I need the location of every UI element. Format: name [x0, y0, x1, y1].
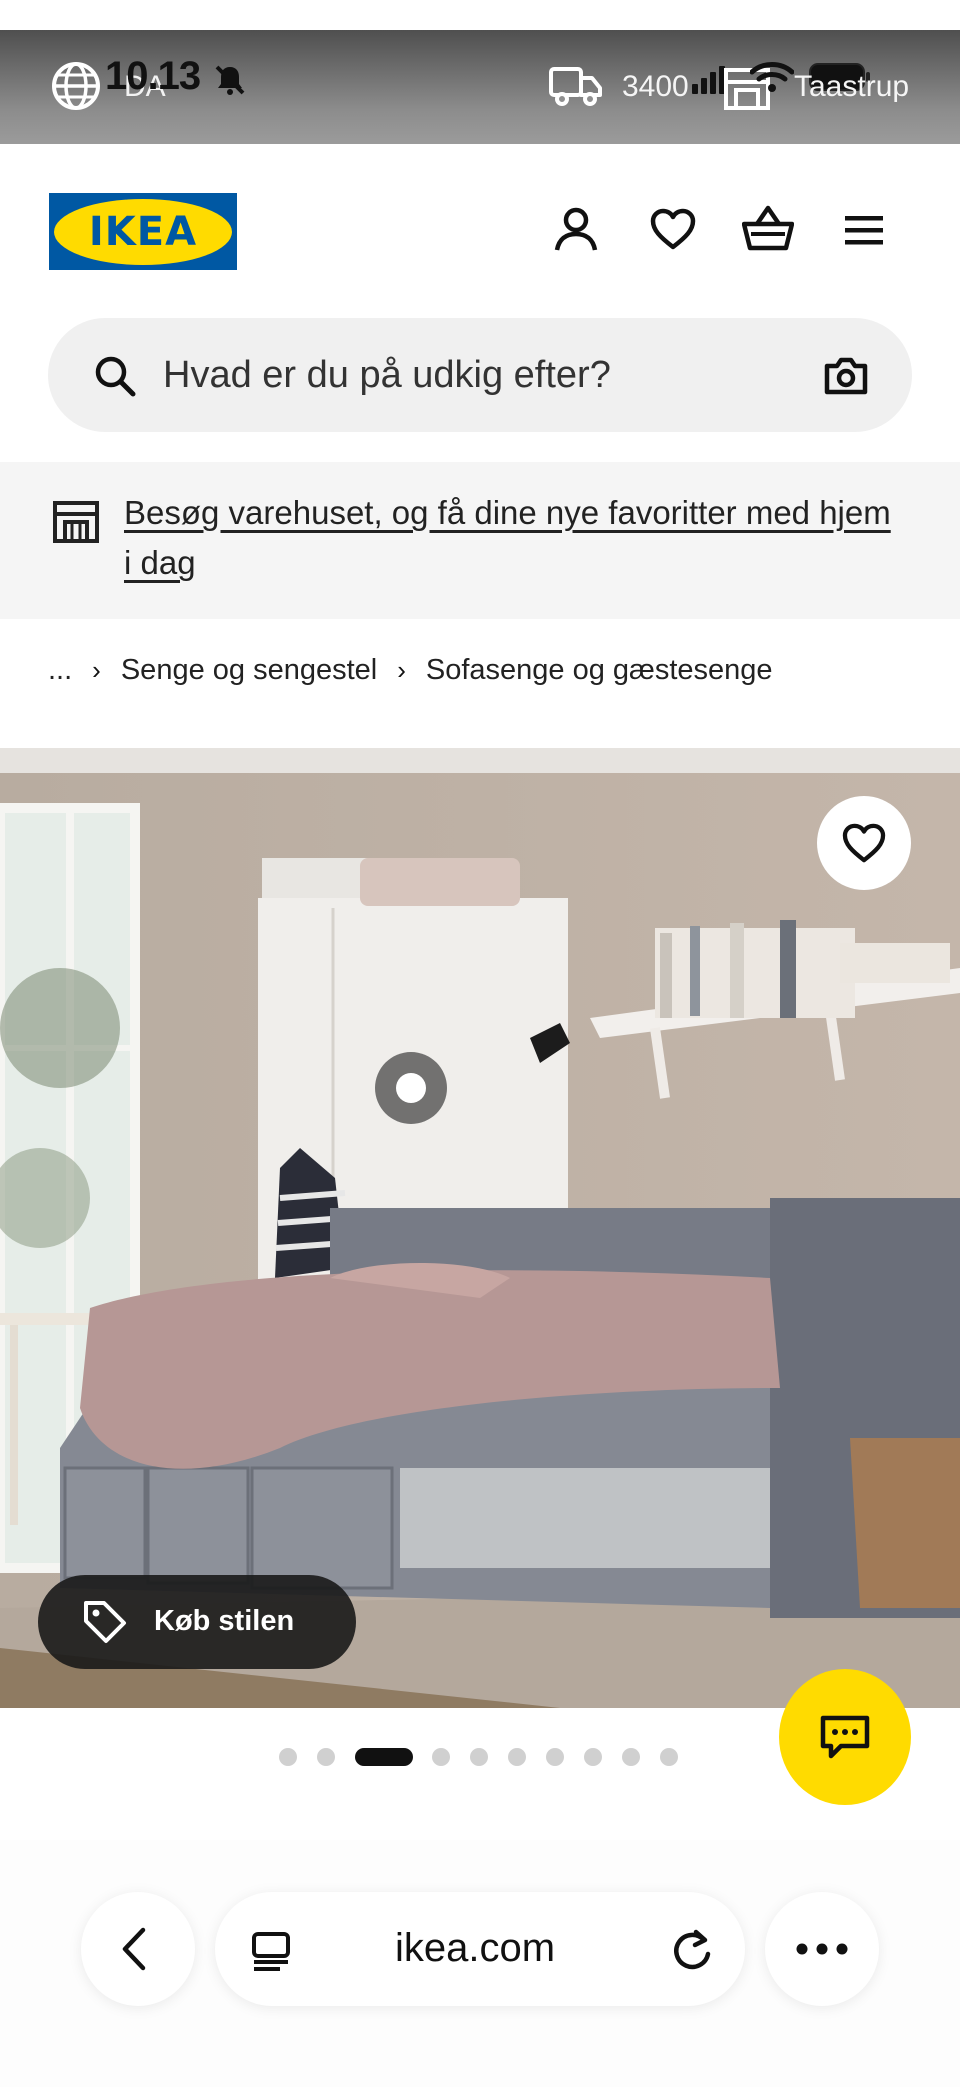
chevron-right-icon: ›: [397, 654, 406, 685]
wifi-icon: [750, 62, 794, 92]
tabs-icon[interactable]: [250, 1930, 292, 1972]
carousel-dot-active[interactable]: [355, 1748, 413, 1766]
address-bar[interactable]: ikea.com: [215, 1892, 745, 2006]
basket-icon[interactable]: [742, 204, 794, 252]
store-visit-link[interactable]: Besøg varehuset, og få dine nye favoritt…: [124, 488, 904, 588]
browser-toolbar: ikea.com: [0, 1840, 960, 2087]
store-visit-banner: Besøg varehuset, og få dine nye favoritt…: [0, 462, 960, 619]
menu-icon[interactable]: [843, 214, 885, 246]
url-text[interactable]: ikea.com: [395, 1926, 555, 1971]
globe-icon[interactable]: [50, 60, 102, 112]
carousel-dot[interactable]: [546, 1748, 564, 1766]
breadcrumb-ellipsis[interactable]: ...: [48, 654, 72, 687]
heart-icon[interactable]: [650, 208, 696, 250]
chat-bubble-icon: [820, 1715, 870, 1759]
favorite-button[interactable]: [817, 796, 911, 890]
bedroom-photo: [0, 748, 960, 1708]
carousel-dot[interactable]: [508, 1748, 526, 1766]
carousel-dot[interactable]: [432, 1748, 450, 1766]
more-horizontal-icon: [796, 1943, 848, 1955]
chat-button[interactable]: [779, 1669, 911, 1805]
cellular-signal-icon: [692, 66, 725, 94]
delivery-postcode[interactable]: 3400: [622, 70, 689, 104]
carousel-dot[interactable]: [470, 1748, 488, 1766]
heart-icon: [842, 823, 886, 863]
carousel-dot[interactable]: [317, 1748, 335, 1766]
carousel-dot[interactable]: [584, 1748, 602, 1766]
logo-text: IKEA: [54, 198, 232, 265]
store-icon: [53, 501, 99, 543]
breadcrumb-item-beds[interactable]: Senge og sengestel: [121, 654, 377, 687]
carousel-dot[interactable]: [622, 1748, 640, 1766]
breadcrumb: ... › Senge og sengestel › Sofasenge og …: [48, 650, 773, 690]
price-tag-icon: [84, 1601, 126, 1643]
back-button[interactable]: [81, 1892, 195, 2006]
search-input[interactable]: Hvad er du på udkig efter?: [163, 354, 611, 397]
breadcrumb-item-sofa-beds[interactable]: Sofasenge og gæstesenge: [426, 654, 773, 687]
product-image[interactable]: [0, 748, 960, 1708]
reload-icon[interactable]: [670, 1928, 714, 1972]
ikea-logo[interactable]: IKEA: [49, 193, 237, 270]
search-bar[interactable]: Hvad er du på udkig efter?: [48, 318, 912, 432]
clock-time: 10.13: [105, 54, 201, 98]
carousel-dot[interactable]: [660, 1748, 678, 1766]
account-icon[interactable]: [553, 206, 599, 252]
carousel-dot[interactable]: [279, 1748, 297, 1766]
chevron-right-icon: ›: [92, 654, 101, 685]
chevron-left-icon: [122, 1927, 146, 1971]
bell-muted-icon: [215, 65, 245, 95]
shop-the-style-button[interactable]: Køb stilen: [38, 1575, 356, 1669]
delivery-truck-icon[interactable]: [548, 64, 604, 108]
more-options-button[interactable]: [765, 1892, 879, 2006]
shop-the-style-label: Køb stilen: [154, 1605, 295, 1637]
store-name[interactable]: Taastrup: [794, 70, 909, 104]
search-icon: [95, 356, 136, 397]
camera-icon[interactable]: [823, 356, 869, 396]
